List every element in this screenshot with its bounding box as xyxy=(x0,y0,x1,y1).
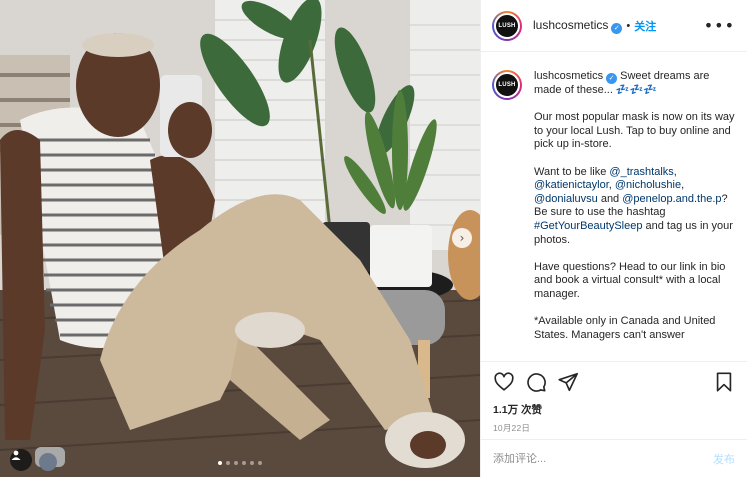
instagram-post: › LUSH lushcosmetics ✓ • 关注 ••• LUSH lus… xyxy=(0,0,747,477)
mention-link[interactable]: @katienictaylor xyxy=(534,179,609,191)
caption-text-segment: , xyxy=(608,179,612,192)
username-text: lushcosmetics xyxy=(533,17,609,32)
heart-icon[interactable] xyxy=(493,371,515,393)
action-icons-row xyxy=(493,371,735,393)
caption-area: LUSH lushcosmetics ✓ Sweet dreams are mad… xyxy=(481,53,747,361)
lush-logo: LUSH xyxy=(494,72,520,98)
caption-paragraph-mentions: Want to be like @_trashtalks, @katienict… xyxy=(534,166,736,248)
carousel-indicator xyxy=(218,461,262,465)
carousel-dot-active xyxy=(218,461,222,465)
lush-logo: LUSH xyxy=(494,12,520,39)
caption-text-segment: , xyxy=(681,179,685,192)
more-options-icon[interactable]: ••• xyxy=(704,16,735,35)
likes-count[interactable]: 1.1万 次赞 xyxy=(493,402,735,417)
carousel-dot xyxy=(242,461,246,465)
person-icon xyxy=(11,450,21,460)
post-header: LUSH lushcosmetics ✓ • 关注 ••• xyxy=(481,0,747,52)
separator-dot: • xyxy=(626,19,631,32)
verified-badge-icon: ✓ xyxy=(606,73,618,84)
verified-badge-icon: ✓ xyxy=(611,22,623,34)
mention-link[interactable]: @nicholushie xyxy=(615,179,681,191)
carousel-dot xyxy=(234,461,238,465)
share-icon[interactable] xyxy=(557,371,579,393)
caption-text-segment: , xyxy=(673,165,677,178)
caption-paragraph: Have questions? Head to our link in bio … xyxy=(534,260,726,300)
avatar[interactable]: LUSH xyxy=(492,10,522,41)
caption-username[interactable]: lushcosmetics xyxy=(534,70,603,82)
mention-link[interactable]: @_trashtalks xyxy=(609,166,673,178)
header-username[interactable]: lushcosmetics ✓ xyxy=(533,17,623,34)
hashtag-link[interactable]: #GetYourBeautySleep xyxy=(534,220,642,232)
post-comment-button[interactable]: 发布 xyxy=(713,451,735,467)
carousel-dot xyxy=(226,461,230,465)
caption-paragraph: *Available only in Canada and United Sta… xyxy=(534,315,716,341)
follow-button[interactable]: 关注 xyxy=(634,18,656,34)
caption-text-segment: and xyxy=(597,192,620,205)
post-side-panel: LUSH lushcosmetics ✓ • 关注 ••• LUSH lushco… xyxy=(480,0,747,477)
caption-text: lushcosmetics ✓ Sweet dreams are made of … xyxy=(534,70,736,361)
post-date[interactable]: 10月22日 xyxy=(493,422,735,434)
post-photo[interactable]: › xyxy=(0,0,480,477)
tagged-users-button[interactable] xyxy=(10,449,32,471)
next-photo-button[interactable]: › xyxy=(452,228,472,248)
carousel-dot xyxy=(258,461,262,465)
photo-illustration xyxy=(0,0,480,477)
comment-icon[interactable] xyxy=(525,371,547,393)
carousel-dot xyxy=(250,461,254,465)
caption-text-segment: Want to be like xyxy=(534,165,610,178)
bookmark-icon[interactable] xyxy=(713,371,735,393)
chevron-right-icon: › xyxy=(459,231,465,245)
add-comment-bar: 发布 xyxy=(481,439,747,477)
post-actions: 1.1万 次赞 10月22日 xyxy=(481,361,747,434)
caption-avatar[interactable]: LUSH xyxy=(492,70,522,100)
caption-paragraph: Our most popular mask is now on its way … xyxy=(534,111,735,151)
mention-link[interactable]: @donialuvsu xyxy=(534,193,598,205)
comment-input[interactable] xyxy=(493,452,713,465)
mention-link[interactable]: @penelop.and.the.p xyxy=(622,193,721,205)
